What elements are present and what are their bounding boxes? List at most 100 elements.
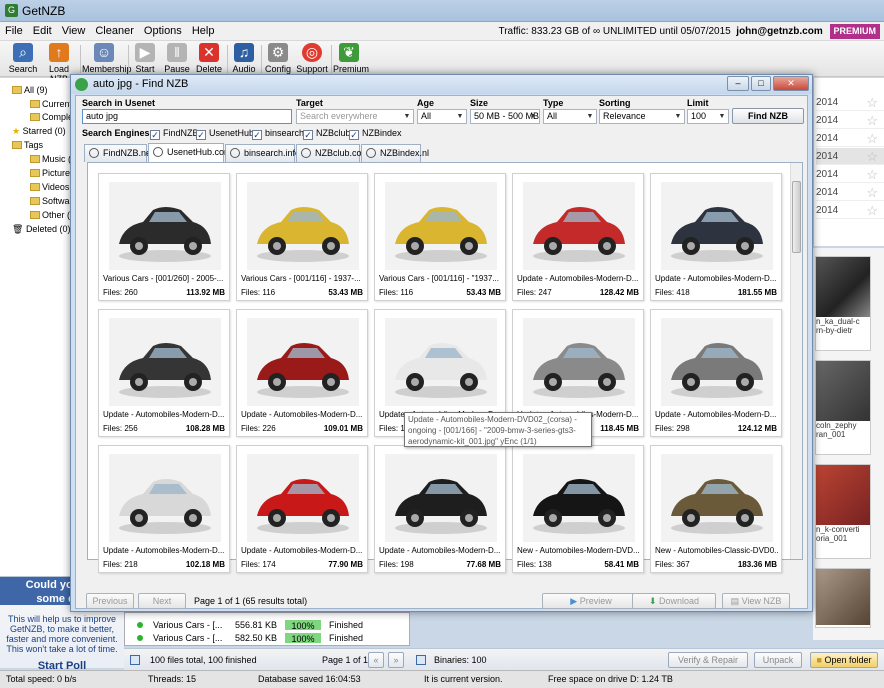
- config-button[interactable]: ⚙ Config: [263, 42, 293, 76]
- limit-select[interactable]: 100 ▼: [687, 109, 729, 124]
- pause-button[interactable]: ‖ Pause: [162, 42, 192, 76]
- list-item[interactable]: 2014 ☆: [816, 184, 884, 201]
- result-card[interactable]: Update - Automobiles-Modern-D... Files: 2…: [98, 309, 230, 437]
- tree-other[interactable]: Other (9: [30, 209, 75, 222]
- tree-pictures[interactable]: Pictures: [30, 167, 75, 180]
- maximize-icon[interactable]: □: [751, 76, 771, 91]
- list-item[interactable]: 2014 ☆: [816, 112, 884, 129]
- next-page-button[interactable]: »: [388, 652, 404, 668]
- size-select[interactable]: 50 MB - 500 MB ▼: [470, 109, 540, 124]
- result-tooltip: Update - Automobiles-Modern-DVD02_(corsa…: [404, 412, 592, 447]
- tab-nzbclub[interactable]: NZBclub.com: [296, 144, 369, 162]
- list-item[interactable]: 2014 ☆: [816, 130, 884, 147]
- menu-view[interactable]: View: [57, 22, 91, 41]
- table-row[interactable]: Various Cars - [... 556.81 KB 100% Finis…: [125, 619, 411, 631]
- result-card[interactable]: Various Cars - [001/116] - "1937... Files…: [374, 173, 506, 301]
- results-scrollbar[interactable]: [790, 163, 802, 559]
- engine-usenethub-checkbox[interactable]: ✓ UsenetHub: [196, 127, 254, 140]
- star-icon[interactable]: ☆: [866, 202, 878, 219]
- search-button[interactable]: ⌕ Search: [6, 42, 40, 76]
- start-button[interactable]: ▶ Start: [130, 42, 160, 76]
- result-card[interactable]: Update - Automobiles-Modern-D... Files: 1…: [374, 445, 506, 573]
- user-email[interactable]: john@getnzb.com: [736, 26, 822, 37]
- audio-button[interactable]: ♫ Audio: [229, 42, 259, 76]
- membership-button[interactable]: ☺ Membership: [82, 42, 132, 76]
- list-item[interactable]: 2014 ☆: [816, 94, 884, 111]
- verify-repair-button[interactable]: Verify & Repair: [668, 652, 748, 668]
- tab-usenethub[interactable]: UsenetHub.com: [148, 143, 232, 162]
- scrollbar-thumb[interactable]: [792, 181, 801, 253]
- traffic-info: Traffic: 833.23 GB of ∞ UNLIMITED until …: [498, 22, 884, 41]
- star-icon[interactable]: ☆: [866, 166, 878, 183]
- search-input[interactable]: auto jpg: [82, 109, 292, 124]
- menu-options[interactable]: Options: [139, 22, 187, 41]
- checkbox-icon: ✓: [303, 130, 313, 140]
- next-button[interactable]: Next: [138, 593, 186, 609]
- background-thumb[interactable]: n_k-converti oria_001: [815, 464, 871, 559]
- result-card[interactable]: Update - Automobiles-Modern-D... Files: 2…: [98, 445, 230, 573]
- folder-icon: [12, 141, 22, 149]
- result-card[interactable]: Update - Automobiles-Modern-D... Files: 1…: [236, 445, 368, 573]
- list-item[interactable]: 2014 ☆: [816, 202, 884, 219]
- prev-page-button[interactable]: «: [368, 652, 384, 668]
- menu-help[interactable]: Help: [187, 22, 220, 41]
- close-icon[interactable]: ✕: [773, 76, 809, 91]
- tab-findnzb[interactable]: FindNZB.net: [84, 144, 154, 162]
- previous-button[interactable]: Previous: [86, 593, 134, 609]
- minimize-icon[interactable]: ‒: [727, 76, 749, 91]
- tab-nzbindex[interactable]: NZBindex.nl: [361, 144, 429, 162]
- tree-deleted[interactable]: 🗑 Deleted (0): [12, 223, 70, 236]
- preview-button[interactable]: ▶ Preview: [542, 593, 640, 609]
- open-folder-button[interactable]: ■ Open folder: [810, 652, 878, 668]
- tree-completed[interactable]: Complet: [30, 111, 76, 124]
- age-select[interactable]: All ▼: [417, 109, 467, 124]
- tree-tags[interactable]: Tags: [12, 139, 43, 152]
- star-icon[interactable]: ☆: [866, 112, 878, 129]
- view-nzb-button[interactable]: ▤ View NZB: [722, 593, 790, 609]
- target-select[interactable]: Search everywhere ▼: [296, 109, 414, 124]
- tab-binsearch[interactable]: binsearch.info: [225, 144, 300, 162]
- table-row[interactable]: Various Cars - [... 582.50 KB 100% Finis…: [125, 632, 411, 644]
- result-card[interactable]: Update - Automobiles-Modern-D... Files: 4…: [650, 173, 782, 301]
- unpack-button[interactable]: Unpack: [754, 652, 802, 668]
- engine-nzbindex-checkbox[interactable]: ✓ NZBindex: [349, 127, 402, 140]
- tree-videos[interactable]: Videos (: [30, 181, 75, 194]
- background-thumb[interactable]: [815, 568, 871, 628]
- engine-findnzb-checkbox[interactable]: ✓ FindNZB: [150, 127, 199, 140]
- result-card[interactable]: Update - Automobiles-Modern-D... Files: 2…: [236, 309, 368, 437]
- result-card[interactable]: Various Cars - [001/116] - 1937-... Files…: [236, 173, 368, 301]
- sorting-select[interactable]: Relevance ▼: [599, 109, 685, 124]
- result-card[interactable]: New - Automobiles-Modern-DVD... Files: 13…: [512, 445, 644, 573]
- find-nzb-button[interactable]: Find NZB: [732, 108, 804, 124]
- load-nzb-button[interactable]: ↑Load NZB: [40, 42, 78, 84]
- tree-software[interactable]: Softwar: [30, 195, 73, 208]
- menu-cleaner[interactable]: Cleaner: [90, 22, 139, 41]
- download-button[interactable]: ⬇ Download: [632, 593, 716, 609]
- star-icon[interactable]: ☆: [866, 148, 878, 165]
- car-thumbnail-image: [523, 318, 635, 406]
- result-card[interactable]: Update - Automobiles-Modern-D... Files: 2…: [650, 309, 782, 437]
- menu-file[interactable]: File: [0, 22, 28, 41]
- background-thumb[interactable]: n_ka_dual-c rn-by-dietr: [815, 256, 871, 351]
- background-thumb[interactable]: coln_zephy ran_001: [815, 360, 871, 455]
- delete-button[interactable]: ✕ Delete: [194, 42, 224, 76]
- tree-starred[interactable]: ★ Starred (0): [12, 125, 66, 138]
- list-item[interactable]: 2014 ☆: [816, 148, 884, 165]
- engine-binsearch-checkbox[interactable]: ✓ binsearch: [252, 127, 304, 140]
- result-card[interactable]: Various Cars - [001/260] - 2005-... Files…: [98, 173, 230, 301]
- tree-current[interactable]: Current: [30, 98, 72, 111]
- list-item[interactable]: 2014 ☆: [816, 166, 884, 183]
- result-title: Update - Automobiles-Modern-D...: [517, 274, 639, 283]
- result-card[interactable]: New - Automobiles-Classic-DVD0... Files: …: [650, 445, 782, 573]
- type-select[interactable]: All ▼: [543, 109, 597, 124]
- star-icon[interactable]: ☆: [866, 130, 878, 147]
- support-button[interactable]: ◎ Support: [295, 42, 329, 76]
- tree-all[interactable]: All (9): [12, 84, 48, 97]
- star-icon[interactable]: ☆: [866, 94, 878, 111]
- engine-nzbclub-checkbox[interactable]: ✓ NZBclub: [303, 127, 351, 140]
- star-icon[interactable]: ☆: [866, 184, 878, 201]
- premium-badge[interactable]: PREMIUM: [829, 24, 880, 39]
- premium-button[interactable]: ❦ Premium: [333, 42, 369, 76]
- menu-edit[interactable]: Edit: [28, 22, 57, 41]
- result-card[interactable]: Update - Automobiles-Modern-D... Files: 2…: [512, 173, 644, 301]
